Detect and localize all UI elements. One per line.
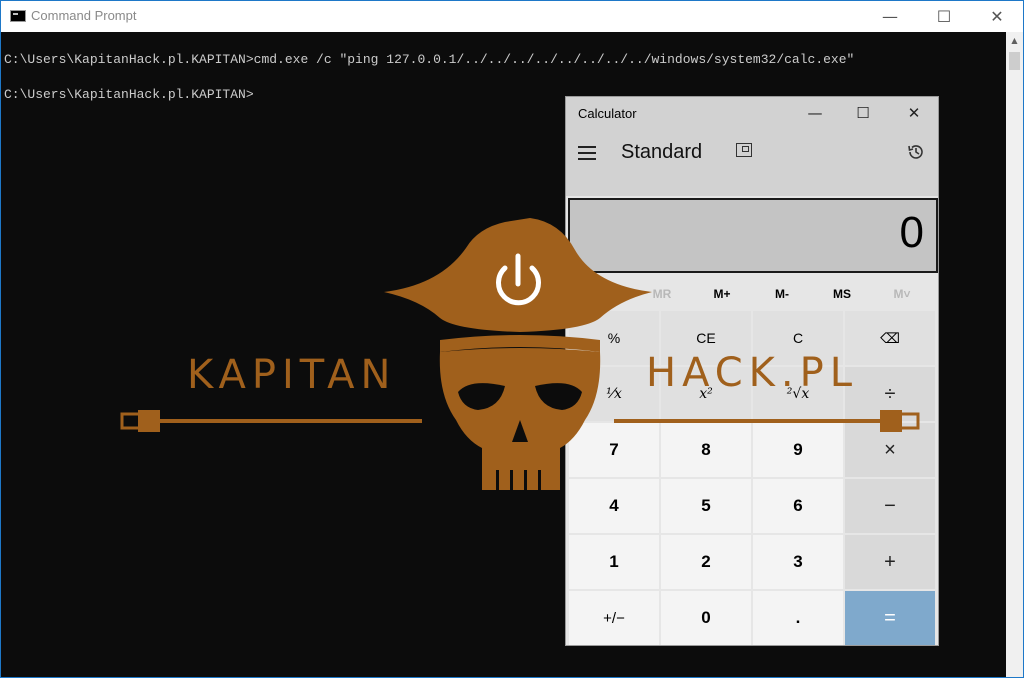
- decimal-button[interactable]: .: [753, 591, 843, 645]
- multiply-button[interactable]: ×: [845, 423, 935, 477]
- memory-store-button[interactable]: MS: [812, 281, 872, 307]
- display-value: 0: [899, 208, 924, 257]
- reciprocal-button[interactable]: ¹⁄x: [569, 367, 659, 421]
- cmd-app-icon: [10, 10, 26, 22]
- calculator-window: Calculator — ☐ ✕ Standard 0 MC MR M+ M- …: [565, 96, 939, 646]
- scroll-up-arrow-icon[interactable]: ▲: [1006, 32, 1023, 49]
- digit-0-button[interactable]: 0: [661, 591, 751, 645]
- cmd-minimize-button[interactable]: —: [867, 1, 913, 32]
- digit-5-button[interactable]: 5: [661, 479, 751, 533]
- negate-button[interactable]: +/−: [569, 591, 659, 645]
- cmd-scroll-thumb[interactable]: [1009, 52, 1020, 70]
- digit-2-button[interactable]: 2: [661, 535, 751, 589]
- memory-add-button[interactable]: M+: [692, 281, 752, 307]
- memory-recall-button[interactable]: MR: [632, 281, 692, 307]
- keep-on-top-icon[interactable]: [736, 143, 752, 157]
- clear-button[interactable]: C: [753, 311, 843, 365]
- memory-row: MC MR M+ M- MS M˅: [566, 281, 938, 307]
- cmd-scrollbar[interactable]: ▲: [1006, 32, 1023, 677]
- history-icon[interactable]: [906, 142, 926, 162]
- calculator-header: Calculator — ☐ ✕ Standard: [566, 97, 938, 196]
- divide-button[interactable]: ÷: [845, 367, 935, 421]
- digit-3-button[interactable]: 3: [753, 535, 843, 589]
- calculator-display: 0: [568, 198, 938, 273]
- digit-6-button[interactable]: 6: [753, 479, 843, 533]
- backspace-button[interactable]: ⌫: [845, 311, 935, 365]
- clear-entry-button[interactable]: CE: [661, 311, 751, 365]
- calc-minimize-button[interactable]: —: [791, 97, 839, 129]
- percent-button[interactable]: %: [569, 311, 659, 365]
- cmd-window-title: Command Prompt: [31, 8, 137, 23]
- cmd-command-line: C:\Users\KapitanHack.pl.KAPITAN>cmd.exe …: [4, 52, 855, 67]
- digit-9-button[interactable]: 9: [753, 423, 843, 477]
- memory-clear-button[interactable]: MC: [572, 281, 632, 307]
- digit-4-button[interactable]: 4: [569, 479, 659, 533]
- add-button[interactable]: +: [845, 535, 935, 589]
- subtract-button[interactable]: −: [845, 479, 935, 533]
- memory-list-button[interactable]: M˅: [872, 281, 932, 307]
- calc-close-button[interactable]: ✕: [890, 97, 938, 129]
- cmd-prompt-line: C:\Users\KapitanHack.pl.KAPITAN>: [4, 87, 254, 102]
- cmd-maximize-button[interactable]: ☐: [921, 1, 967, 32]
- memory-subtract-button[interactable]: M-: [752, 281, 812, 307]
- hamburger-menu-icon[interactable]: [578, 146, 596, 160]
- digit-7-button[interactable]: 7: [569, 423, 659, 477]
- square-button[interactable]: x²: [661, 367, 751, 421]
- calc-maximize-button[interactable]: ☐: [839, 97, 887, 129]
- square-root-button[interactable]: ²√x: [753, 367, 843, 421]
- calculator-title: Calculator: [578, 106, 637, 121]
- equals-button[interactable]: =: [845, 591, 935, 645]
- calculator-mode-title: Standard: [621, 141, 703, 163]
- cmd-close-button[interactable]: ✕: [974, 1, 1020, 32]
- digit-1-button[interactable]: 1: [569, 535, 659, 589]
- digit-8-button[interactable]: 8: [661, 423, 751, 477]
- cmd-title-bar[interactable]: Command Prompt — ☐ ✕: [1, 1, 1023, 32]
